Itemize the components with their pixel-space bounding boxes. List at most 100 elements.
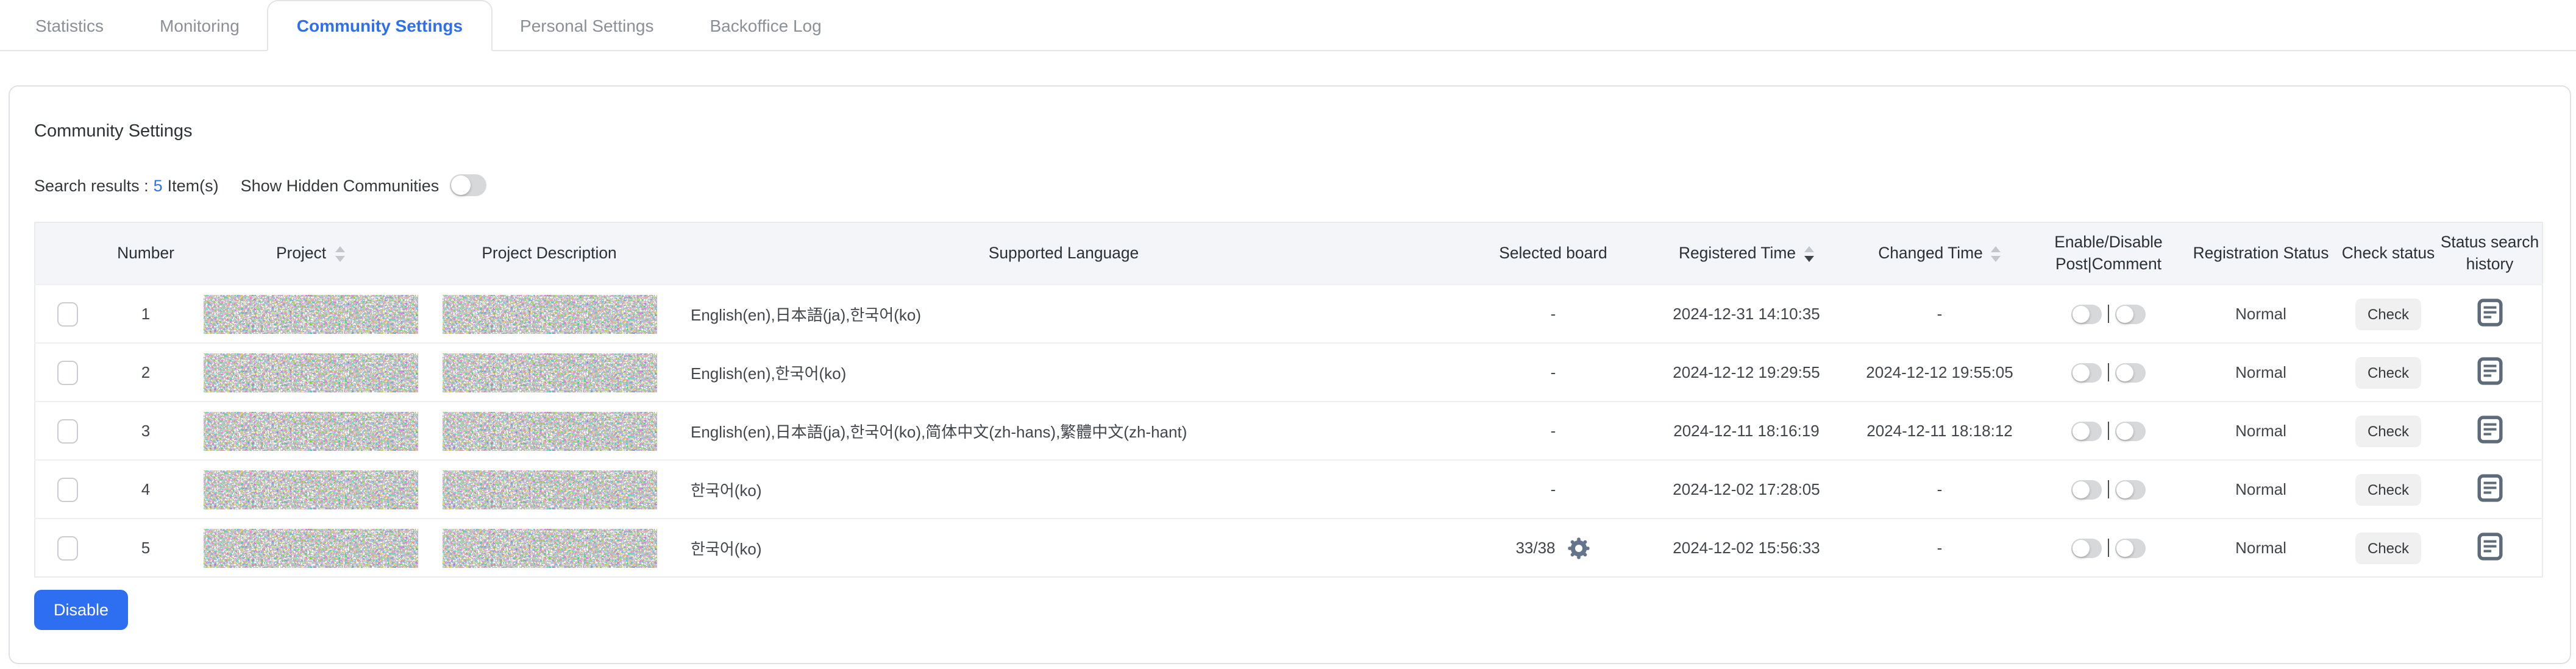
sort-icon-registered-time[interactable]	[1804, 247, 1814, 262]
registered-time: 2024-12-02 17:28:05	[1648, 460, 1845, 519]
toggle-divider	[2108, 480, 2109, 498]
disable-button[interactable]: Disable	[34, 590, 128, 630]
show-hidden-communities-label: Show Hidden Communities	[241, 176, 439, 194]
history-document-icon	[2477, 298, 2503, 326]
changed-time: -	[1845, 460, 2034, 519]
row-checkbox[interactable]	[58, 419, 79, 443]
toggle-divider	[2108, 539, 2109, 557]
tab-community-settings[interactable]: Community Settings	[268, 0, 492, 51]
registered-time: 2024-12-31 14:10:35	[1648, 285, 1845, 343]
tab-statistics[interactable]: Statistics	[7, 1, 132, 50]
redacted-project-name	[203, 528, 418, 567]
history-document-icon	[2477, 473, 2503, 501]
toggle-divider	[2108, 363, 2109, 381]
row-number: 3	[101, 402, 191, 460]
comment-toggle[interactable]	[2115, 480, 2146, 499]
post-toggle[interactable]	[2071, 304, 2102, 324]
changed-time: 2024-12-12 19:55:05	[1845, 343, 2034, 402]
gear-icon	[1567, 536, 1591, 560]
table-row: 5 한국어(ko) 33/38 2024-12-02 15:56:33 - No…	[35, 519, 2542, 577]
registration-status: Normal	[2183, 402, 2339, 460]
header-supported-language: Supported Language	[669, 222, 1459, 285]
history-document-icon	[2477, 415, 2503, 443]
sort-icon-project[interactable]	[335, 247, 344, 262]
table-row: 3 English(en),日本語(ja),한국어(ko),简体中文(zh-ha…	[35, 402, 2542, 460]
show-hidden-communities-toggle[interactable]	[450, 174, 486, 196]
history-document-icon	[2477, 356, 2503, 384]
tab-backoffice-log[interactable]: Backoffice Log	[682, 1, 850, 50]
tab-personal-settings[interactable]: Personal Settings	[492, 1, 681, 50]
community-settings-panel: Community Settings Search results : 5 It…	[9, 85, 2571, 664]
comment-toggle[interactable]	[2115, 538, 2146, 558]
check-status-button[interactable]: Check	[2355, 356, 2421, 388]
header-project-description: Project Description	[430, 222, 669, 285]
changed-time: -	[1845, 519, 2034, 577]
redacted-project-description	[442, 470, 656, 509]
header-status-search-history: Status search history	[2438, 222, 2542, 285]
page: Statistics Monitoring Community Settings…	[0, 0, 2576, 669]
check-status-button[interactable]: Check	[2355, 415, 2421, 447]
header-project[interactable]: Project	[191, 222, 430, 285]
selected-board: -	[1459, 343, 1648, 402]
registration-status: Normal	[2183, 519, 2339, 577]
search-results-count: 5	[154, 176, 163, 194]
check-status-button[interactable]: Check	[2355, 298, 2421, 330]
check-status-button[interactable]: Check	[2355, 532, 2421, 564]
communities-table: Number Project Project Description Suppo…	[34, 222, 2543, 578]
comment-toggle[interactable]	[2115, 421, 2146, 441]
header-enable-disable: Enable/Disable Post|Comment	[2034, 222, 2183, 285]
header-selected-board: Selected board	[1459, 222, 1648, 285]
supported-language: 한국어(ko)	[669, 460, 1459, 519]
registered-time: 2024-12-11 18:16:19	[1648, 402, 1845, 460]
header-registration-status: Registration Status	[2183, 222, 2339, 285]
redacted-project-description	[442, 353, 656, 392]
row-number: 2	[101, 343, 191, 402]
registered-time: 2024-12-12 19:29:55	[1648, 343, 1845, 402]
status-search-history-button[interactable]	[2477, 415, 2503, 443]
status-search-history-button[interactable]	[2477, 356, 2503, 384]
header-number: Number	[101, 222, 191, 285]
board-settings-button[interactable]	[1567, 536, 1591, 560]
header-check-status: Check status	[2339, 222, 2438, 285]
supported-language: English(en),日本語(ja),한국어(ko)	[669, 285, 1459, 343]
post-toggle[interactable]	[2071, 480, 2102, 499]
header-checkbox	[35, 222, 101, 285]
tab-monitoring[interactable]: Monitoring	[132, 1, 268, 50]
selected-board: -	[1459, 285, 1648, 343]
row-checkbox[interactable]	[58, 360, 79, 384]
status-search-history-button[interactable]	[2477, 473, 2503, 501]
post-toggle[interactable]	[2071, 538, 2102, 558]
row-number: 5	[101, 519, 191, 577]
toggle-divider	[2108, 305, 2109, 323]
status-search-history-button[interactable]	[2477, 532, 2503, 560]
redacted-project-description	[442, 294, 656, 333]
registration-status: Normal	[2183, 343, 2339, 402]
status-search-history-button[interactable]	[2477, 298, 2503, 326]
post-toggle[interactable]	[2071, 363, 2102, 382]
toggle-divider	[2108, 422, 2109, 440]
selected-board: -	[1459, 402, 1648, 460]
comment-toggle[interactable]	[2115, 304, 2146, 324]
header-changed-time[interactable]: Changed Time	[1845, 222, 2034, 285]
table-row: 1 English(en),日本語(ja),한국어(ko) - 2024-12-…	[35, 285, 2542, 343]
redacted-project-name	[203, 294, 418, 333]
row-checkbox[interactable]	[58, 302, 79, 326]
selected-board: -	[1459, 460, 1648, 519]
header-registered-time[interactable]: Registered Time	[1648, 222, 1845, 285]
registration-status: Normal	[2183, 285, 2339, 343]
registration-status: Normal	[2183, 460, 2339, 519]
row-number: 4	[101, 460, 191, 519]
table-header-row: Number Project Project Description Suppo…	[35, 222, 2542, 285]
page-title: Community Settings	[34, 122, 2546, 141]
history-document-icon	[2477, 532, 2503, 560]
table-row: 2 English(en),한국어(ko) - 2024-12-12 19:29…	[35, 343, 2542, 402]
supported-language: English(en),日本語(ja),한국어(ko),简体中文(zh-hans…	[669, 402, 1459, 460]
row-checkbox[interactable]	[58, 536, 79, 560]
sort-icon-changed-time[interactable]	[1991, 247, 2001, 262]
row-checkbox[interactable]	[58, 477, 79, 501]
registered-time: 2024-12-02 15:56:33	[1648, 519, 1845, 577]
comment-toggle[interactable]	[2115, 363, 2146, 382]
post-toggle[interactable]	[2071, 421, 2102, 441]
check-status-button[interactable]: Check	[2355, 473, 2421, 505]
row-number: 1	[101, 285, 191, 343]
